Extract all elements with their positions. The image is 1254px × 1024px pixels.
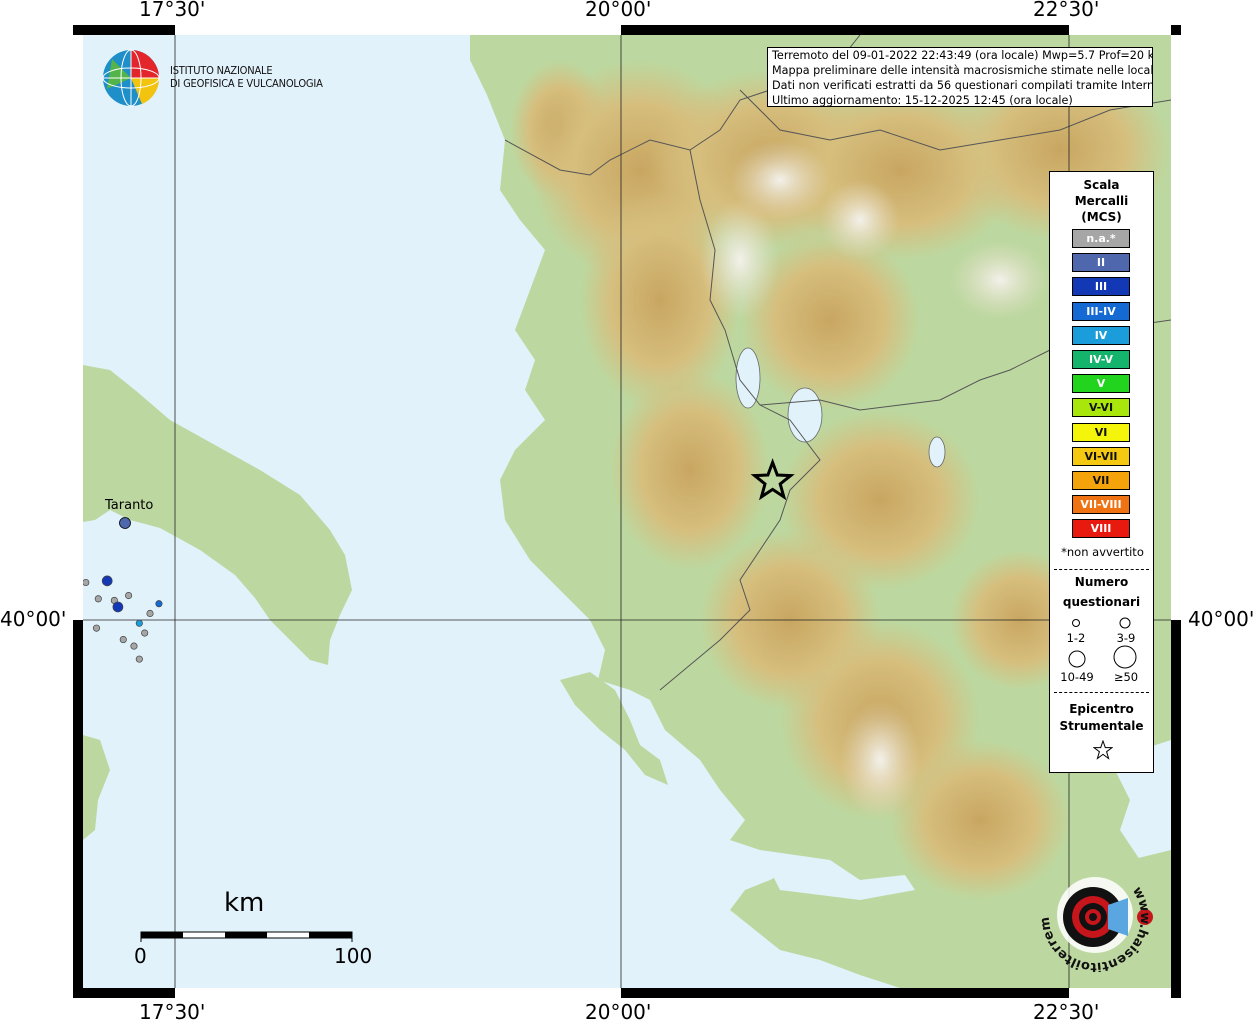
legend-swatch: VI [1072, 422, 1130, 442]
observation-point [135, 655, 143, 663]
epicenter-legend-icon [1093, 740, 1113, 760]
epi-title-1: Epicentro [1069, 702, 1134, 716]
info-line3: Dati non verificati estratti da 56 quest… [772, 79, 1153, 92]
logo-line2: DI GEOFISICA E VULCANOLOGIA [170, 77, 323, 90]
legend-swatch: V-VI [1072, 398, 1130, 418]
observation-point [141, 629, 149, 637]
count-label-1: 1-2 [1066, 631, 1086, 645]
observation-point [61, 566, 67, 572]
info-line1: Terremoto del 09-01-2022 22:43:49 (ora l… [772, 49, 1153, 62]
observation-point [112, 601, 124, 613]
scale-unit: km [224, 888, 265, 918]
observation-point [83, 578, 90, 587]
lake-small [928, 436, 946, 468]
lat-label-right: 40°00' [1188, 607, 1254, 631]
observation-point [101, 575, 113, 587]
info-line4: Ultimo aggiornamento: 15-12-2025 12:45 (… [772, 94, 1073, 107]
observation-point [135, 619, 143, 627]
observation-point [2, 516, 8, 522]
legend-swatch: III [1072, 277, 1130, 297]
legend-swatch: III-IV [1072, 301, 1130, 321]
observation-point [155, 600, 163, 608]
legend-swatch: VII [1072, 471, 1130, 490]
legend-title-1: Scala [1083, 178, 1120, 192]
lon-label-bottom-1: 20°00' [585, 1000, 652, 1024]
ingv-globe-icon [102, 49, 160, 107]
legend-divider-2 [1054, 692, 1149, 693]
scale-start: 0 [134, 944, 147, 968]
scale-end: 100 [334, 944, 373, 968]
legend-divider-1 [1054, 569, 1149, 570]
observation-point [119, 636, 127, 644]
lat-label-left: 40°00' [0, 607, 67, 631]
count-title-1: Numero [1074, 575, 1129, 589]
ingv-logo-text: ISTITUTO NAZIONALE DI GEOFISICA E VULCAN… [170, 64, 323, 90]
event-info-box: Terremoto del 09-01-2022 22:43:49 (ora l… [767, 47, 1153, 107]
lon-label-top-2: 22°30' [1033, 0, 1100, 21]
badge-text: www.haisentitoilterremoto.it [1040, 862, 1150, 972]
legend-title-3: (MCS) [1081, 210, 1122, 224]
epi-title-2: Strumentale [1059, 719, 1144, 733]
observation-point [146, 609, 154, 618]
observation-point [92, 624, 101, 632]
legend-swatch: VII-VIII [1072, 495, 1130, 515]
observation-point [15, 555, 21, 561]
legend-swatch: n.a.* [1072, 229, 1130, 248]
city-label-taranto: Taranto [105, 498, 154, 513]
observation-point [130, 642, 138, 650]
logo-line1: ISTITUTO NAZIONALE [170, 64, 273, 77]
observation-point [94, 595, 102, 603]
lake-prespa [787, 387, 823, 443]
lon-label-top-1: 20°00' [585, 0, 652, 21]
legend-swatch: II [1072, 253, 1130, 273]
observation-point [33, 552, 39, 558]
legend-panel: Scala Mercalli (MCS) n.a.* II III III-IV IV I… [1049, 171, 1154, 773]
taranto-marker [119, 517, 131, 529]
legend-swatch: IV [1072, 325, 1130, 345]
badge-url: www.haisentitoilterremoto.it [1040, 862, 1150, 972]
count-label-4: ≥50 [1113, 670, 1139, 684]
info-line2: Mappa preliminare delle intensità macros… [772, 64, 1153, 77]
observation-point [50, 527, 56, 533]
count-title-2: questionari [1062, 595, 1141, 609]
legend-note: *non avvertito [1061, 545, 1144, 559]
legend-swatch: V [1072, 374, 1130, 394]
observation-point [125, 591, 133, 600]
count-label-2: 3-9 [1116, 631, 1136, 645]
legend-swatch: VI-VII [1072, 446, 1130, 466]
lon-label-top-0: 17°30' [139, 0, 206, 21]
svg-text:www.haisentitoilterremoto.it: www.haisentitoilterremoto.it [1040, 862, 1150, 972]
legend-title-2: Mercalli [1074, 194, 1129, 208]
lon-label-bottom-0: 17°30' [139, 1000, 206, 1024]
legend-swatch: VIII [1072, 519, 1130, 539]
lon-label-bottom-2: 22°30' [1033, 1000, 1100, 1024]
legend-swatch: IV-V [1072, 350, 1130, 369]
count-label-3: 10-49 [1060, 670, 1094, 684]
